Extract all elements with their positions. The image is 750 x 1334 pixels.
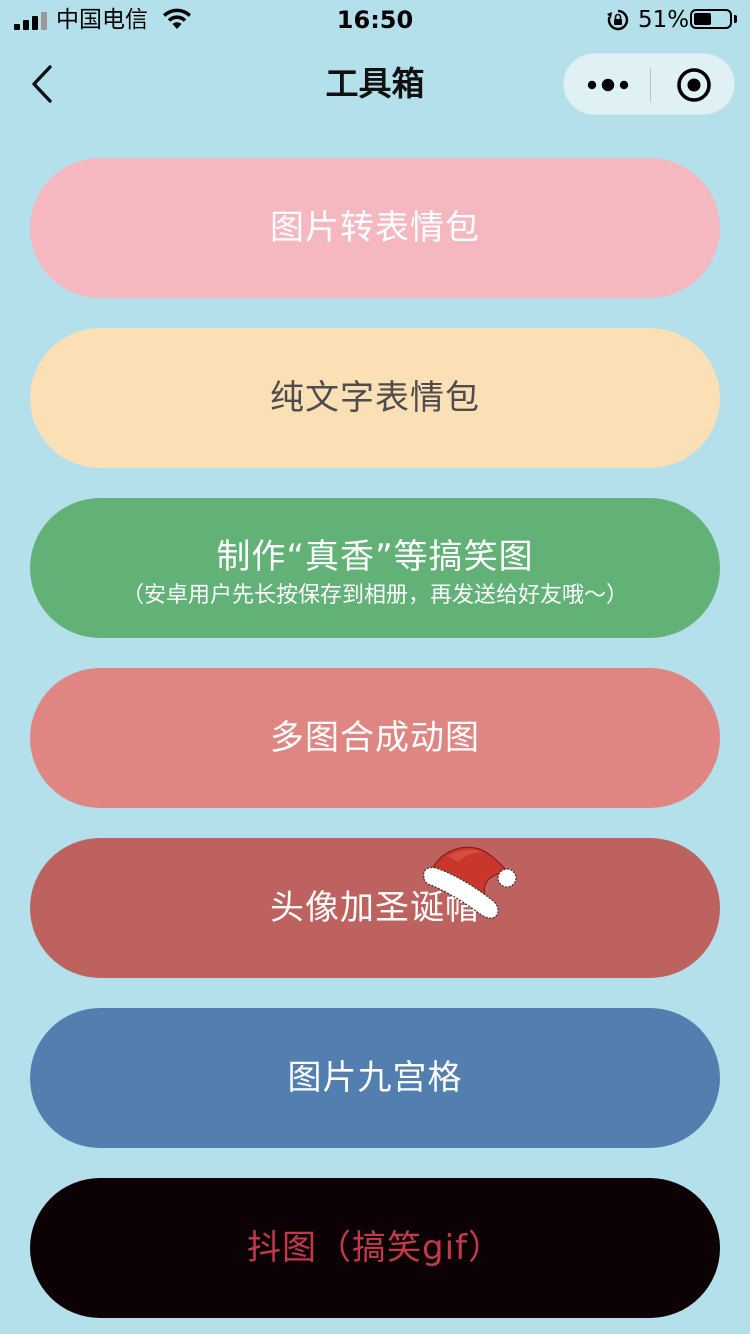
tool-button-label: 纯文字表情包 [270, 378, 480, 418]
more-dots-icon[interactable] [586, 74, 630, 96]
tool-button-gif-merge[interactable]: 多图合成动图 [30, 668, 720, 808]
battery-nub [734, 15, 737, 23]
target-close-icon[interactable] [675, 66, 713, 104]
tool-button-label: 制作“真香”等搞笑图 [216, 537, 534, 577]
tool-button-meme-maker[interactable]: 制作“真香”等搞笑图 （安卓用户先长按保存到相册，再发送给好友哦～） [30, 498, 720, 638]
tool-button-label: 多图合成动图 [270, 718, 480, 758]
tool-button-text-sticker[interactable]: 纯文字表情包 [30, 328, 720, 468]
battery-level [694, 13, 711, 25]
tool-button-image-to-sticker[interactable]: 图片转表情包 [30, 158, 720, 298]
rotation-lock-icon [606, 9, 630, 35]
tool-button-hint: （安卓用户先长按保存到相册，再发送给好友哦～） [121, 583, 628, 608]
tool-button-funny-gif[interactable]: 抖图（搞笑gif） [30, 1178, 720, 1318]
battery-icon [690, 9, 732, 29]
mini-program-capsule [563, 53, 735, 115]
tool-button-christmas-hat[interactable]: 头像加圣诞帽 [30, 838, 720, 978]
tool-button-label: 图片九宫格 [287, 1058, 463, 1098]
capsule-divider [650, 68, 651, 102]
tool-button-label: 图片转表情包 [270, 208, 480, 248]
tool-button-label: 抖图（搞笑gif） [247, 1228, 503, 1268]
santa-hat-icon [418, 838, 522, 920]
tool-button-nine-grid[interactable]: 图片九宫格 [30, 1008, 720, 1148]
battery-percent: 51% [638, 7, 690, 33]
status-bar: 中国电信 16:50 51% [0, 0, 750, 40]
